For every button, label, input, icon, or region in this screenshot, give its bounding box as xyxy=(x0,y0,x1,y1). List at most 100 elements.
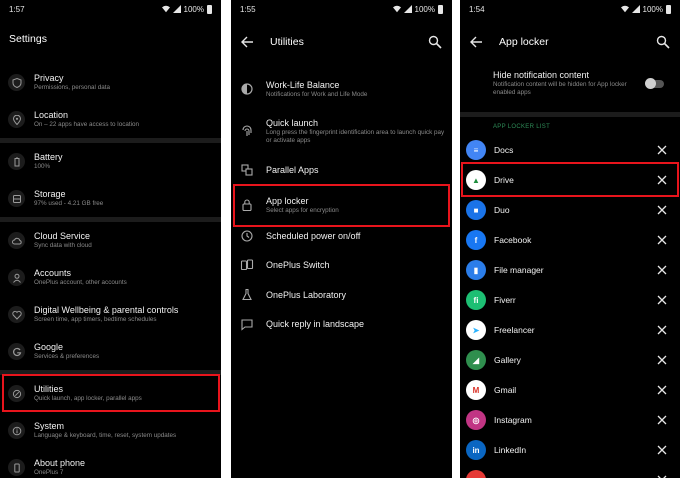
hide-notification-toggle[interactable] xyxy=(645,78,664,89)
battery-status-icon xyxy=(207,4,212,14)
status-battery-percent: 100% xyxy=(414,4,435,14)
remove-icon[interactable] xyxy=(657,205,667,215)
item-title: Digital Wellbeing & parental controls xyxy=(34,305,179,315)
parallel-apps-icon xyxy=(241,164,253,176)
item-subtitle: Language & keyboard, time, reset, system… xyxy=(34,432,177,439)
settings-item-digital-wellbeing[interactable]: Digital Wellbeing & parental controls Scr… xyxy=(0,296,221,333)
settings-item-google[interactable]: Google Services & preferences xyxy=(0,333,221,370)
gallery-icon: ◢ xyxy=(466,350,486,370)
settings-item-location[interactable]: Location On – 22 apps have access to loca… xyxy=(0,101,221,138)
flask-icon xyxy=(242,288,252,301)
facebook-icon: f xyxy=(466,230,486,250)
app-name: Freelancer xyxy=(494,325,535,335)
remove-icon[interactable] xyxy=(657,385,667,395)
signal-icon xyxy=(631,5,640,13)
app-icon: ● xyxy=(466,470,486,478)
item-subtitle: Long press the fingerprint identificatio… xyxy=(266,128,445,144)
status-bar: 1:55 100% xyxy=(231,0,452,18)
utilities-item-quick-launch[interactable]: Quick launch Long press the fingerprint i… xyxy=(231,112,452,150)
item-title: Parallel Apps xyxy=(266,164,319,175)
item-title: Battery xyxy=(34,152,63,162)
hide-notification-setting[interactable]: Hide notification content Notification c… xyxy=(460,66,680,106)
app-row[interactable]: ■ Duo xyxy=(460,195,680,225)
settings-item-cloud-service[interactable]: Cloud Service Sync data with cloud xyxy=(0,222,221,259)
app-name: Gmail xyxy=(494,385,517,395)
app-row[interactable]: ◢ Gallery xyxy=(460,345,680,375)
app-row[interactable]: ≡ Docs xyxy=(460,135,680,165)
item-title: About phone xyxy=(34,458,86,468)
search-icon[interactable] xyxy=(428,35,442,49)
settings-item-battery[interactable]: Battery 100% xyxy=(0,143,221,180)
page-title: Utilities xyxy=(270,36,304,48)
remove-icon[interactable] xyxy=(657,265,667,275)
remove-icon[interactable] xyxy=(657,415,667,425)
remove-icon[interactable] xyxy=(657,355,667,365)
settings-item-privacy[interactable]: Privacy Permissions, personal data xyxy=(0,64,221,101)
shield-icon xyxy=(8,74,25,91)
status-battery-percent: 100% xyxy=(183,4,204,14)
item-subtitle: Services & preferences xyxy=(34,353,100,360)
search-icon[interactable] xyxy=(656,35,670,49)
remove-icon[interactable] xyxy=(657,445,667,455)
app-row[interactable]: M Gmail xyxy=(460,375,680,405)
item-title: Privacy xyxy=(34,73,64,83)
remove-icon[interactable] xyxy=(657,325,667,335)
setting-subtitle: Notification content will be hidden for … xyxy=(493,81,627,96)
item-subtitle: Sync data with cloud xyxy=(34,242,92,249)
settings-item-about-phone[interactable]: About phone OnePlus 7 xyxy=(0,449,221,478)
utilities-item-quick-reply[interactable]: Quick reply in landscape xyxy=(231,312,452,336)
app-locker-list-header: APP LOCKER LIST xyxy=(493,124,551,130)
utilities-item-work-life-balance[interactable]: Work-Life Balance Notifications for Work … xyxy=(231,76,452,102)
utilities-item-scheduled-power[interactable]: Scheduled power on/off xyxy=(231,224,452,248)
status-time: 1:55 xyxy=(240,4,256,14)
toggle-knob xyxy=(645,78,656,89)
signal-icon xyxy=(172,5,181,13)
settings-item-system[interactable]: System Language & keyboard, time, reset, … xyxy=(0,412,221,449)
status-bar: 1:57 100% xyxy=(0,0,221,18)
app-row[interactable]: ● xyxy=(460,465,680,478)
utilities-item-parallel-apps[interactable]: Parallel Apps xyxy=(231,158,452,182)
item-subtitle: OnePlus 7 xyxy=(34,469,64,476)
fiverr-icon: fi xyxy=(466,290,486,310)
battery-status-icon xyxy=(438,4,443,14)
item-title: Storage xyxy=(34,189,66,199)
file-manager-icon: ▮ xyxy=(466,260,486,280)
app-row[interactable]: in LinkedIn xyxy=(460,435,680,465)
app-row[interactable]: f Facebook xyxy=(460,225,680,255)
item-title: OnePlus Laboratory xyxy=(266,289,347,300)
clock-icon xyxy=(241,230,253,242)
item-title: Quick launch xyxy=(266,117,319,128)
utilities-item-oneplus-laboratory[interactable]: OnePlus Laboratory xyxy=(231,283,452,307)
switch-icon xyxy=(240,259,254,271)
utilities-item-oneplus-switch[interactable]: OnePlus Switch xyxy=(231,253,452,277)
settings-item-accounts[interactable]: Accounts OnePlus account, other accounts xyxy=(0,259,221,296)
cloud-icon xyxy=(8,232,25,249)
settings-item-storage[interactable]: Storage 97% used - 4.21 GB free xyxy=(0,180,221,217)
app-name: Instagram xyxy=(494,415,532,425)
duo-icon: ■ xyxy=(466,200,486,220)
utilities-panel: 1:55 100% Utilities Work-Life Balance Not… xyxy=(231,0,452,478)
remove-icon[interactable] xyxy=(657,235,667,245)
item-subtitle: OnePlus account, other accounts xyxy=(34,279,127,286)
app-row[interactable]: ➤ Freelancer xyxy=(460,315,680,345)
status-time: 1:54 xyxy=(469,4,485,14)
fingerprint-icon xyxy=(242,125,252,136)
battery-icon xyxy=(8,153,25,170)
back-arrow-icon[interactable] xyxy=(240,35,254,49)
page-title: Settings xyxy=(9,33,47,45)
back-arrow-icon[interactable] xyxy=(469,35,483,49)
item-title: OnePlus Switch xyxy=(266,259,330,270)
balance-icon xyxy=(241,83,253,95)
linkedin-icon: in xyxy=(466,440,486,460)
status-bar: 1:54 100% xyxy=(460,0,680,18)
remove-icon[interactable] xyxy=(657,295,667,305)
remove-icon[interactable] xyxy=(657,145,667,155)
heart-icon xyxy=(8,306,25,323)
app-row[interactable]: ◎ Instagram xyxy=(460,405,680,435)
app-row[interactable]: ▮ File manager xyxy=(460,255,680,285)
person-icon xyxy=(8,269,25,286)
google-icon xyxy=(8,343,25,360)
app-row[interactable]: fi Fiverr xyxy=(460,285,680,315)
app-name: Gallery xyxy=(494,355,521,365)
utilities-highlight-box xyxy=(2,374,220,412)
